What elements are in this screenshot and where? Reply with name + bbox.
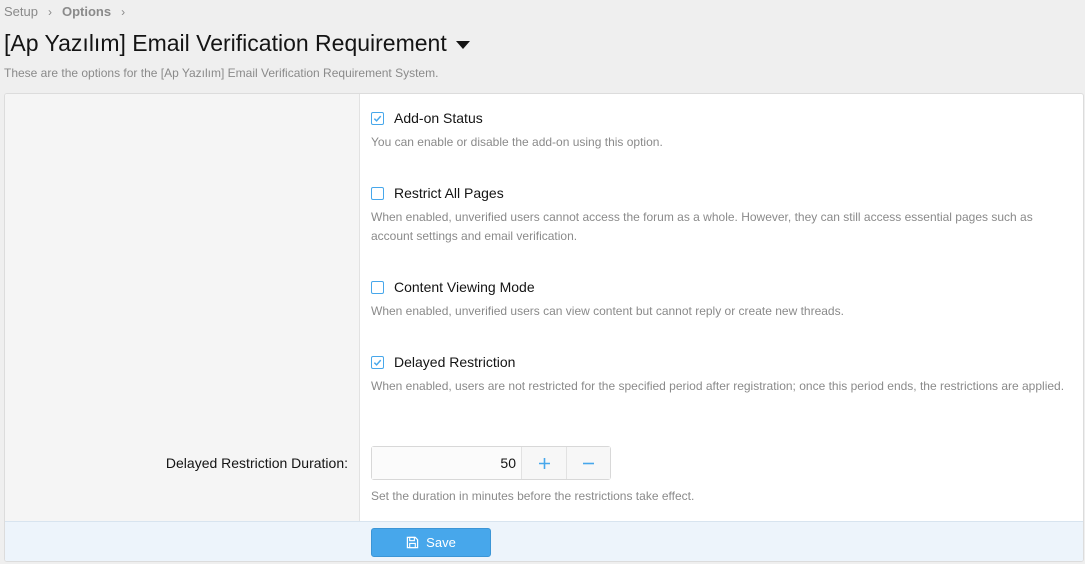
page-title[interactable]: [Ap Yazılım] Email Verification Requirem…	[4, 30, 470, 57]
addon-status-checkbox-row[interactable]: Add-on Status	[371, 110, 1071, 126]
content-viewing-mode-checkbox-row[interactable]: Content Viewing Mode	[371, 279, 1071, 295]
option-restrict-all-pages: Restrict All Pages When enabled, unverif…	[371, 185, 1071, 246]
content-viewing-mode-checkbox[interactable]	[371, 280, 384, 294]
duration-hint: Set the duration in minutes before the r…	[371, 489, 695, 503]
delayed-restriction-duration-label: Delayed Restriction Duration:	[165, 455, 348, 471]
addon-status-label[interactable]: Add-on Status	[394, 110, 483, 126]
addon-status-hint: You can enable or disable the add-on usi…	[371, 135, 663, 149]
form-footer: Save	[5, 521, 1083, 561]
delayed-restriction-checkbox[interactable]	[371, 355, 384, 369]
restrict-all-pages-checkbox[interactable]	[371, 186, 384, 200]
breadcrumb: Setup › Options ›	[4, 4, 135, 19]
floppy-disk-icon	[406, 536, 419, 549]
check-icon	[373, 115, 382, 122]
delayed-restriction-checkbox-row[interactable]: Delayed Restriction	[371, 354, 1071, 370]
restrict-all-pages-checkbox-row[interactable]: Restrict All Pages	[371, 185, 1071, 201]
content-viewing-mode-label[interactable]: Content Viewing Mode	[394, 279, 535, 295]
options-panel: Add-on Status You can enable or disable …	[4, 93, 1084, 562]
delayed-restriction-label[interactable]: Delayed Restriction	[394, 354, 515, 370]
breadcrumb-item-setup[interactable]: Setup	[4, 4, 38, 19]
restrict-all-pages-hint: When enabled, unverified users cannot ac…	[371, 210, 1033, 243]
option-content-viewing-mode: Content Viewing Mode When enabled, unver…	[371, 279, 1071, 321]
breadcrumb-item-options[interactable]: Options	[62, 4, 111, 19]
chevron-right-icon: ›	[47, 4, 52, 19]
chevron-right-icon: ›	[121, 4, 126, 19]
decrement-button[interactable]	[566, 447, 610, 479]
save-button[interactable]: Save	[371, 528, 491, 557]
minus-icon	[583, 462, 594, 464]
delayed-restriction-hint: When enabled, users are not restricted f…	[371, 379, 1065, 393]
duration-stepper	[371, 446, 611, 480]
content-viewing-mode-hint: When enabled, unverified users can view …	[371, 304, 844, 318]
restrict-all-pages-label[interactable]: Restrict All Pages	[394, 185, 504, 201]
increment-button[interactable]	[522, 447, 566, 479]
option-addon-status: Add-on Status You can enable or disable …	[371, 110, 1071, 152]
page-title-text: [Ap Yazılım] Email Verification Requirem…	[4, 30, 447, 56]
check-icon	[373, 359, 382, 366]
plus-icon	[538, 457, 550, 469]
save-button-label: Save	[426, 535, 456, 550]
duration-input[interactable]	[372, 447, 522, 479]
page-description: These are the options for the [Ap Yazılı…	[4, 66, 439, 80]
caret-down-icon[interactable]	[455, 40, 470, 49]
addon-status-checkbox[interactable]	[371, 111, 384, 125]
option-delayed-restriction: Delayed Restriction When enabled, users …	[371, 354, 1071, 396]
